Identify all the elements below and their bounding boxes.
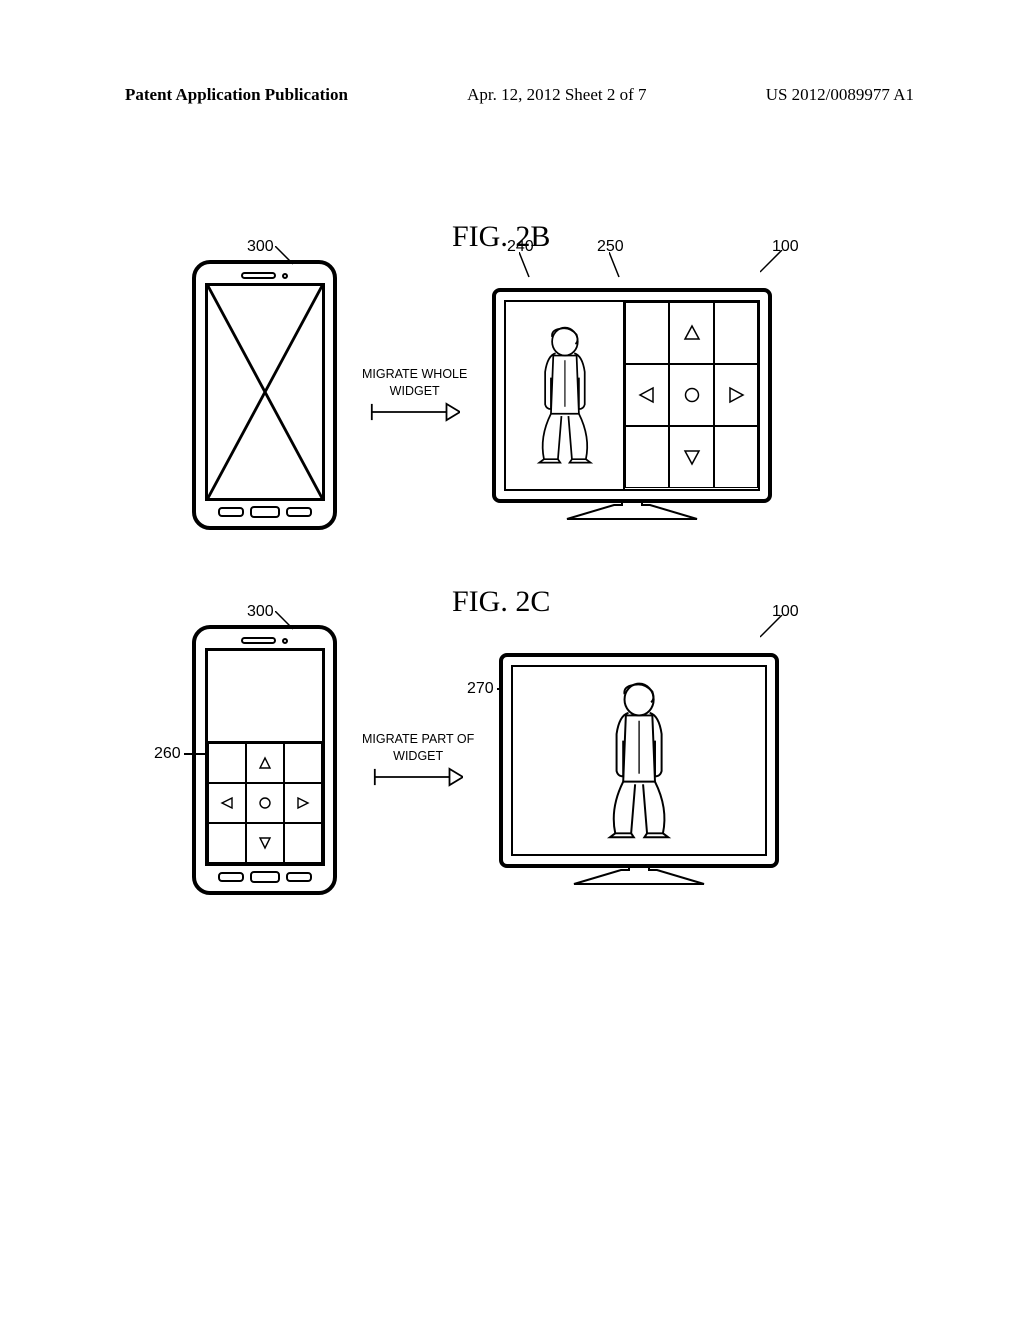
ctrl-center xyxy=(246,783,284,823)
ctrl-up xyxy=(669,302,714,364)
ctrl-cell-empty xyxy=(284,743,322,783)
person-avatar-icon xyxy=(595,681,683,840)
right-triangle-icon xyxy=(727,386,745,404)
tv-stand-icon xyxy=(569,864,709,886)
up-triangle-icon xyxy=(258,756,272,770)
phone-button-right xyxy=(286,507,312,517)
header-date-sheet: Apr. 12, 2012 Sheet 2 of 7 xyxy=(467,85,646,105)
ctrl-cell-empty xyxy=(208,823,246,863)
phone-control-grid xyxy=(208,741,322,863)
ctrl-cell-empty xyxy=(284,823,322,863)
figure-2c: FIG. 2C 300 260 xyxy=(192,625,832,895)
up-triangle-icon xyxy=(683,324,701,342)
circle-icon xyxy=(258,796,272,810)
ctrl-cell-empty xyxy=(714,426,759,488)
ctrl-left xyxy=(208,783,246,823)
tv-screen-split xyxy=(504,300,760,491)
figure-label-2c: FIG. 2C xyxy=(452,585,550,619)
migrate-text-l2: WIDGET xyxy=(390,384,440,398)
ctrl-cell-empty xyxy=(714,302,759,364)
down-triangle-icon xyxy=(258,836,272,850)
phone-screen-controls xyxy=(205,648,325,866)
ctrl-left xyxy=(625,364,670,426)
ctrl-down xyxy=(246,823,284,863)
migrate-part-label: MIGRATE PART OF WIDGET xyxy=(362,732,474,788)
tv-device-2b xyxy=(492,288,772,503)
ctrl-cell-empty xyxy=(208,743,246,783)
header-publication: Patent Application Publication xyxy=(125,85,348,105)
phone-speaker-icon xyxy=(241,272,276,279)
phone-button-right xyxy=(286,872,312,882)
ref-tv-left-2b: 240 xyxy=(507,238,534,256)
ctrl-cell-empty xyxy=(625,426,670,488)
tv-device-2c xyxy=(499,653,779,868)
migrate-text-l1: MIGRATE WHOLE xyxy=(362,367,467,381)
ctrl-center xyxy=(669,364,714,426)
phone-screen-top-empty xyxy=(208,651,322,741)
phone-camera-icon xyxy=(282,273,288,279)
left-triangle-icon xyxy=(220,796,234,810)
ctrl-cell-empty xyxy=(625,302,670,364)
phone-button-left xyxy=(218,872,244,882)
phone-button-home xyxy=(250,506,280,518)
tv-left-pane-person xyxy=(506,302,624,489)
circle-icon xyxy=(683,386,701,404)
figure-2b: FIG. 2B 300 xyxy=(192,260,832,530)
arrow-right-icon xyxy=(370,401,460,423)
ctrl-right xyxy=(714,364,759,426)
ref-tv-right-2b: 250 xyxy=(597,238,624,256)
header-pub-number: US 2012/0089977 A1 xyxy=(766,85,914,105)
down-triangle-icon xyxy=(683,448,701,466)
migrate-whole-label: MIGRATE WHOLE WIDGET xyxy=(362,367,467,423)
ref-tv-2c: 100 xyxy=(772,603,799,621)
phone-speaker-icon xyxy=(241,637,276,644)
tv-stand-icon xyxy=(562,499,702,521)
figure-sheet: FIG. 2B 300 xyxy=(192,200,832,965)
figure-label-2b: FIG. 2B xyxy=(452,220,550,254)
tv-screen-full xyxy=(511,665,767,856)
ref-phone-grid-2c: 260 xyxy=(154,745,209,763)
ref-tv-2b: 100 xyxy=(772,238,799,256)
arrow-right-icon xyxy=(373,766,463,788)
phone-device-2c xyxy=(192,625,337,895)
migrate-text-l2: WIDGET xyxy=(393,749,443,763)
phone-camera-icon xyxy=(282,638,288,644)
right-triangle-icon xyxy=(296,796,310,810)
page-header: Patent Application Publication Apr. 12, … xyxy=(0,85,1024,105)
tv-full-pane-person xyxy=(513,667,765,854)
ref-phone-2c: 300 xyxy=(247,603,274,621)
tv-right-pane-controls xyxy=(625,302,759,489)
ref-phone-2b: 300 xyxy=(247,238,274,256)
x-icon xyxy=(208,286,322,498)
phone-buttons xyxy=(218,871,312,883)
left-triangle-icon xyxy=(638,386,656,404)
phone-earpiece-area xyxy=(241,637,288,644)
ctrl-right xyxy=(284,783,322,823)
ctrl-down xyxy=(669,426,714,488)
phone-device-2b xyxy=(192,260,337,530)
person-avatar-icon xyxy=(530,311,600,479)
phone-button-left xyxy=(218,507,244,517)
phone-buttons xyxy=(218,506,312,518)
ctrl-up xyxy=(246,743,284,783)
migrate-text-l1: MIGRATE PART OF xyxy=(362,732,474,746)
phone-button-home xyxy=(250,871,280,883)
phone-screen-empty xyxy=(205,283,325,501)
phone-earpiece-area xyxy=(241,272,288,279)
